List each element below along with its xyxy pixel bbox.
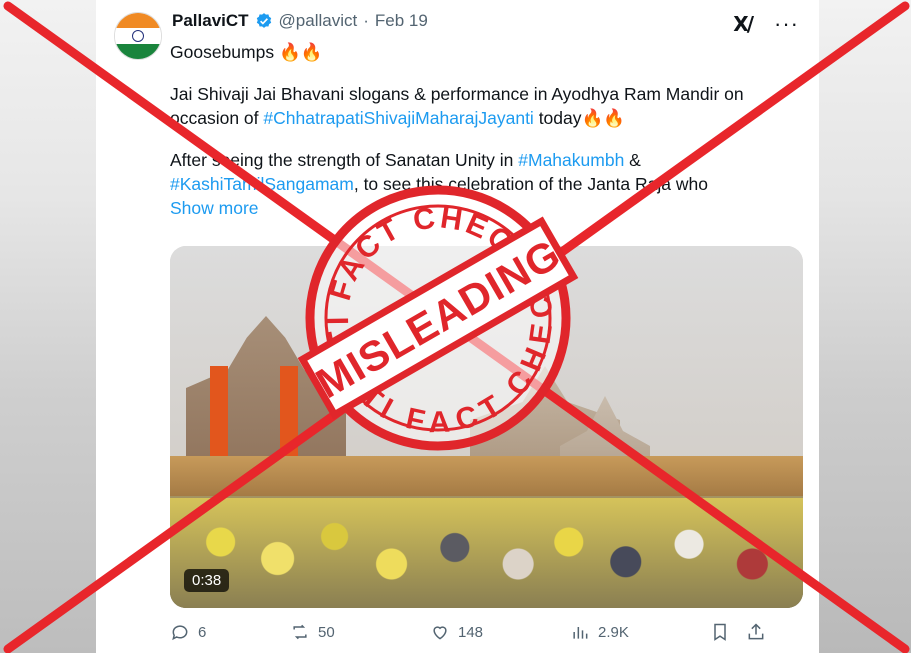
share-icon: [748, 623, 764, 640]
avatar[interactable]: [114, 12, 162, 60]
show-more-link[interactable]: Show more: [170, 196, 790, 220]
flag-green-band: [115, 43, 161, 59]
like-count: 148: [458, 623, 484, 641]
views-icon: [573, 627, 588, 639]
top-right-icons: X/ ···: [733, 12, 799, 36]
handle[interactable]: @pallavict: [279, 11, 358, 31]
hashtag-link[interactable]: #ChhatrapatiShivajiMaharajJayanti: [263, 108, 533, 128]
para3-text-c: , to see this celebration of the Janta R…: [353, 174, 708, 194]
right-blurred-background: [819, 0, 911, 653]
tweet-header: PallaviCT @pallavict · Feb 19: [172, 11, 428, 31]
reply-count: 6: [198, 623, 207, 641]
bookmark-icon: [714, 623, 726, 641]
verified-badge-icon: [256, 13, 271, 28]
display-name[interactable]: PallaviCT: [172, 11, 249, 31]
saffron-banner: [210, 366, 228, 456]
flag-white-band: [115, 28, 161, 44]
like-icon: [433, 626, 447, 640]
separator-dot: ·: [363, 11, 369, 30]
share-button[interactable]: [746, 622, 782, 642]
left-blurred-background: [0, 0, 96, 653]
para3-text-a: After seeing the strength of Sanatan Uni…: [170, 150, 519, 170]
flag-saffron-band: [115, 13, 161, 29]
tweet-date[interactable]: Feb 19: [375, 11, 428, 31]
para3-text-b: &: [624, 150, 641, 170]
repost-button[interactable]: 50: [290, 622, 430, 642]
repost-icon: [293, 624, 307, 640]
tweet-text: Goosebumps 🔥🔥 Jai Shivaji Jai Bhavani sl…: [170, 40, 790, 220]
video-player[interactable]: 0:38: [170, 246, 803, 608]
tweet-paragraph-2: Jai Shivaji Jai Bhavani slogans & perfor…: [170, 82, 790, 130]
tweet-paragraph-3: After seeing the strength of Sanatan Uni…: [170, 148, 790, 196]
video-duration-badge: 0:38: [184, 569, 230, 592]
views-count: 2.9K: [598, 623, 629, 641]
ashoka-chakra-icon: [132, 29, 144, 42]
hashtag-link[interactable]: #KashiTamilSangamam: [170, 174, 354, 194]
reply-button[interactable]: 6: [170, 622, 290, 642]
tweet-line-1: Goosebumps 🔥🔥: [170, 42, 323, 62]
bookmark-button[interactable]: [710, 622, 746, 642]
repost-count: 50: [318, 623, 335, 641]
views-button[interactable]: 2.9K: [570, 622, 710, 642]
more-options-icon[interactable]: ···: [774, 13, 799, 35]
reply-icon: [172, 625, 188, 641]
saffron-banner: [280, 366, 298, 456]
hashtag-link[interactable]: #Mahakumbh: [518, 150, 624, 170]
like-button[interactable]: 148: [430, 622, 570, 642]
tweet-card[interactable]: PallaviCT @pallavict · Feb 19 X/ ··· Goo…: [96, 0, 819, 653]
crowd: [170, 498, 803, 608]
para2-text-b: today🔥🔥: [533, 108, 626, 128]
xai-grok-icon[interactable]: X/: [733, 12, 754, 36]
action-bar: 6 50 148 2.9K: [170, 622, 810, 642]
stage-platform: [170, 456, 803, 496]
